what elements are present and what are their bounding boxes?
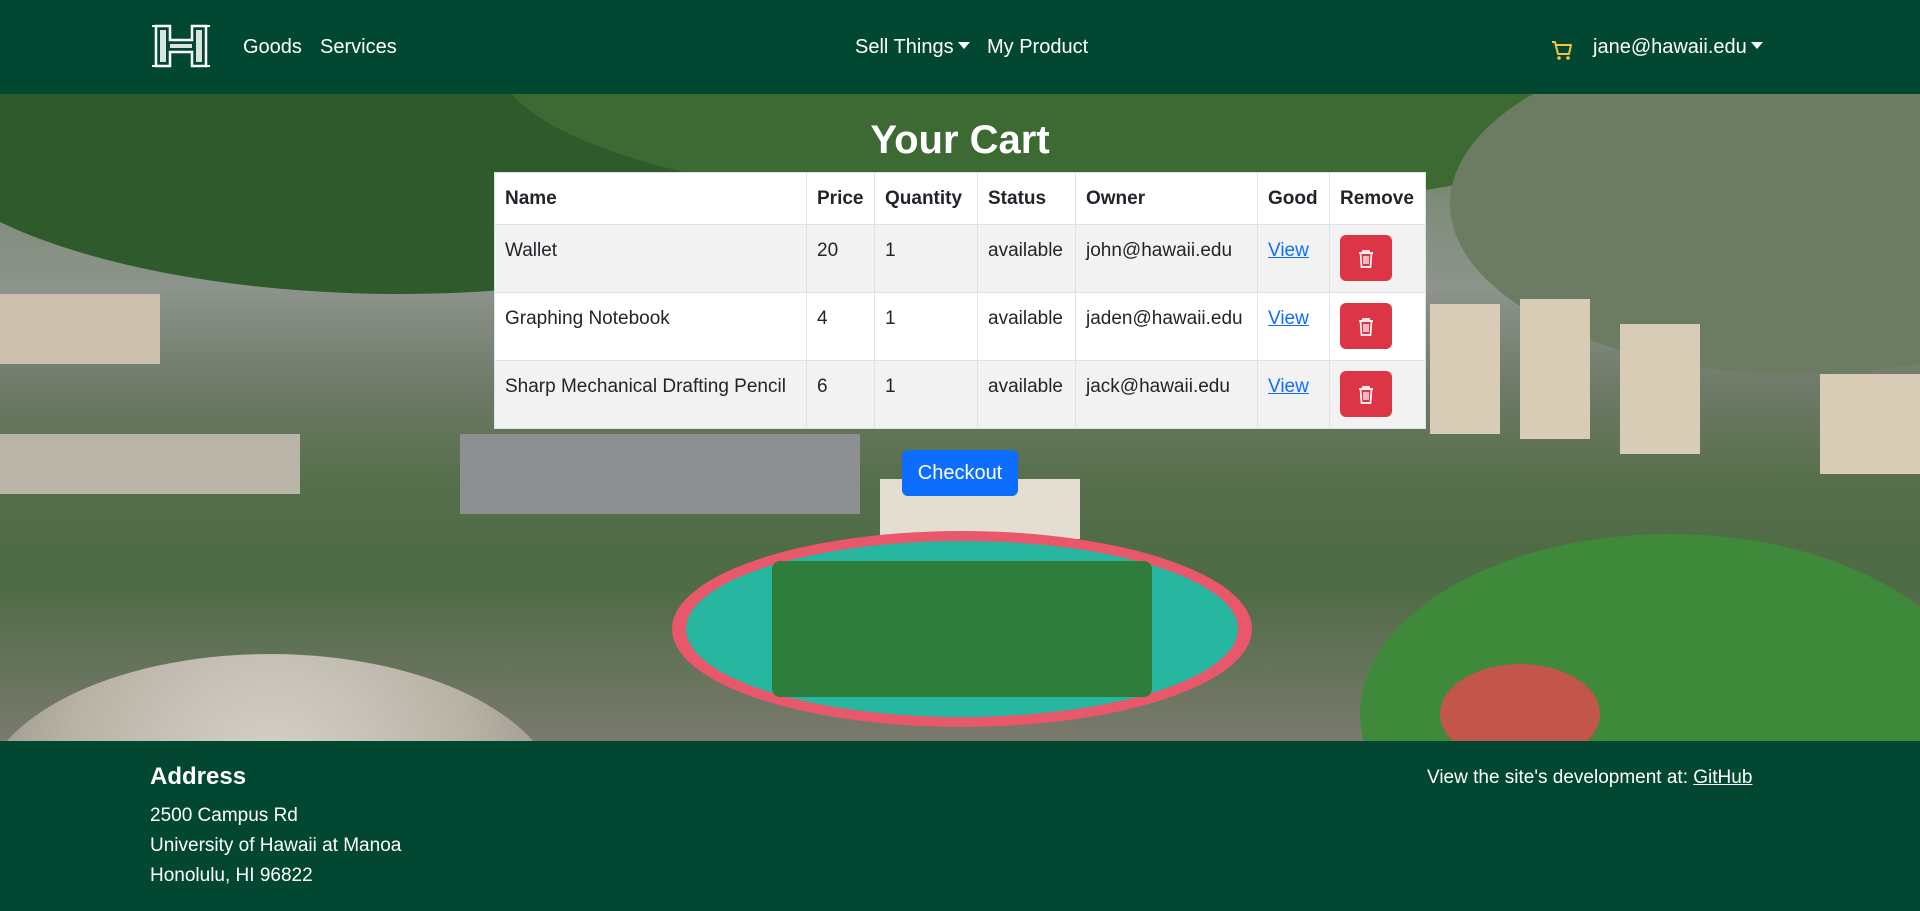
nav-user-dropdown[interactable]: jane@hawaii.edu <box>1593 34 1763 60</box>
development-note-text: View the site's development at: <box>1427 767 1694 788</box>
column-header-good: Good <box>1257 172 1330 225</box>
address-line: Honolulu, HI 96822 <box>150 865 313 886</box>
cell-name: Sharp Mechanical Drafting Pencil <box>494 360 807 429</box>
chevron-down-icon <box>957 42 970 50</box>
building-shape <box>1820 374 1920 474</box>
cell-good: View <box>1257 224 1330 293</box>
cell-quantity: 1 <box>874 224 978 293</box>
address-line: University of Hawaii at Manoa <box>150 835 402 856</box>
cell-good: View <box>1257 360 1330 429</box>
cart-icon[interactable] <box>1551 39 1573 61</box>
building-shape <box>1430 304 1500 434</box>
column-header-remove: Remove <box>1329 172 1426 225</box>
github-link[interactable]: GitHub <box>1693 767 1752 788</box>
trash-icon <box>1359 386 1373 404</box>
address-line: 2500 Campus Rd <box>150 805 298 826</box>
cell-owner: jaden@hawaii.edu <box>1075 292 1258 361</box>
view-good-link[interactable]: View <box>1268 240 1309 261</box>
building-shape <box>1520 299 1590 439</box>
navbar: Goods Services Sell Things My Product ja… <box>0 0 1920 94</box>
cell-name: Wallet <box>494 224 807 293</box>
logo-icon[interactable] <box>150 22 212 70</box>
address-heading: Address <box>150 763 247 790</box>
column-header-status: Status <box>977 172 1076 225</box>
table-row: Graphing Notebook 4 1 available jaden@ha… <box>494 292 1426 361</box>
cell-price: 20 <box>806 224 875 293</box>
nav-my-product[interactable]: My Product <box>987 34 1088 60</box>
view-good-link[interactable]: View <box>1268 376 1309 397</box>
baseball-field-shape <box>1360 534 1920 741</box>
cell-status: available <box>977 224 1076 293</box>
trash-icon <box>1359 318 1373 336</box>
checkout-button[interactable]: Checkout <box>902 450 1018 496</box>
building-shape <box>0 434 300 494</box>
table-row: Sharp Mechanical Drafting Pencil 6 1 ava… <box>494 360 1426 429</box>
cell-quantity: 1 <box>874 292 978 361</box>
cell-good: View <box>1257 292 1330 361</box>
view-good-link[interactable]: View <box>1268 308 1309 329</box>
column-header-price: Price <box>806 172 875 225</box>
cell-status: available <box>977 360 1076 429</box>
cart-table: Name Price Quantity Status Owner Good Re… <box>494 172 1426 429</box>
remove-item-button[interactable] <box>1340 371 1392 417</box>
column-header-quantity: Quantity <box>874 172 978 225</box>
arena-dome-shape <box>0 654 560 741</box>
building-shape <box>460 434 860 514</box>
cell-owner: jack@hawaii.edu <box>1075 360 1258 429</box>
column-header-owner: Owner <box>1075 172 1258 225</box>
nav-user-label: jane@hawaii.edu <box>1593 36 1747 58</box>
building-shape <box>0 294 160 364</box>
page-title: Your Cart <box>870 118 1050 162</box>
development-note: View the site's development at: GitHub <box>1427 765 1752 791</box>
infield-shape <box>1440 664 1600 741</box>
cell-remove <box>1329 360 1426 429</box>
column-header-name: Name <box>494 172 807 225</box>
cell-status: available <box>977 292 1076 361</box>
football-field-shape <box>772 561 1152 697</box>
chevron-down-icon <box>1750 42 1763 50</box>
nav-sell-things-dropdown[interactable]: Sell Things <box>855 34 970 60</box>
cell-price: 6 <box>806 360 875 429</box>
cell-price: 4 <box>806 292 875 361</box>
cell-owner: john@hawaii.edu <box>1075 224 1258 293</box>
trash-icon <box>1359 250 1373 268</box>
nav-sell-things-label: Sell Things <box>855 36 954 58</box>
table-row: Wallet 20 1 available john@hawaii.edu Vi… <box>494 224 1426 293</box>
nav-services[interactable]: Services <box>320 34 397 60</box>
stadium-shape <box>672 531 1252 727</box>
cell-name: Graphing Notebook <box>494 292 807 361</box>
footer: Address 2500 Campus Rd University of Haw… <box>0 741 1920 911</box>
cell-quantity: 1 <box>874 360 978 429</box>
remove-item-button[interactable] <box>1340 235 1392 281</box>
nav-goods[interactable]: Goods <box>243 34 302 60</box>
remove-item-button[interactable] <box>1340 303 1392 349</box>
building-shape <box>1620 324 1700 454</box>
cell-remove <box>1329 224 1426 293</box>
cell-remove <box>1329 292 1426 361</box>
table-header-row: Name Price Quantity Status Owner Good Re… <box>494 172 1426 225</box>
